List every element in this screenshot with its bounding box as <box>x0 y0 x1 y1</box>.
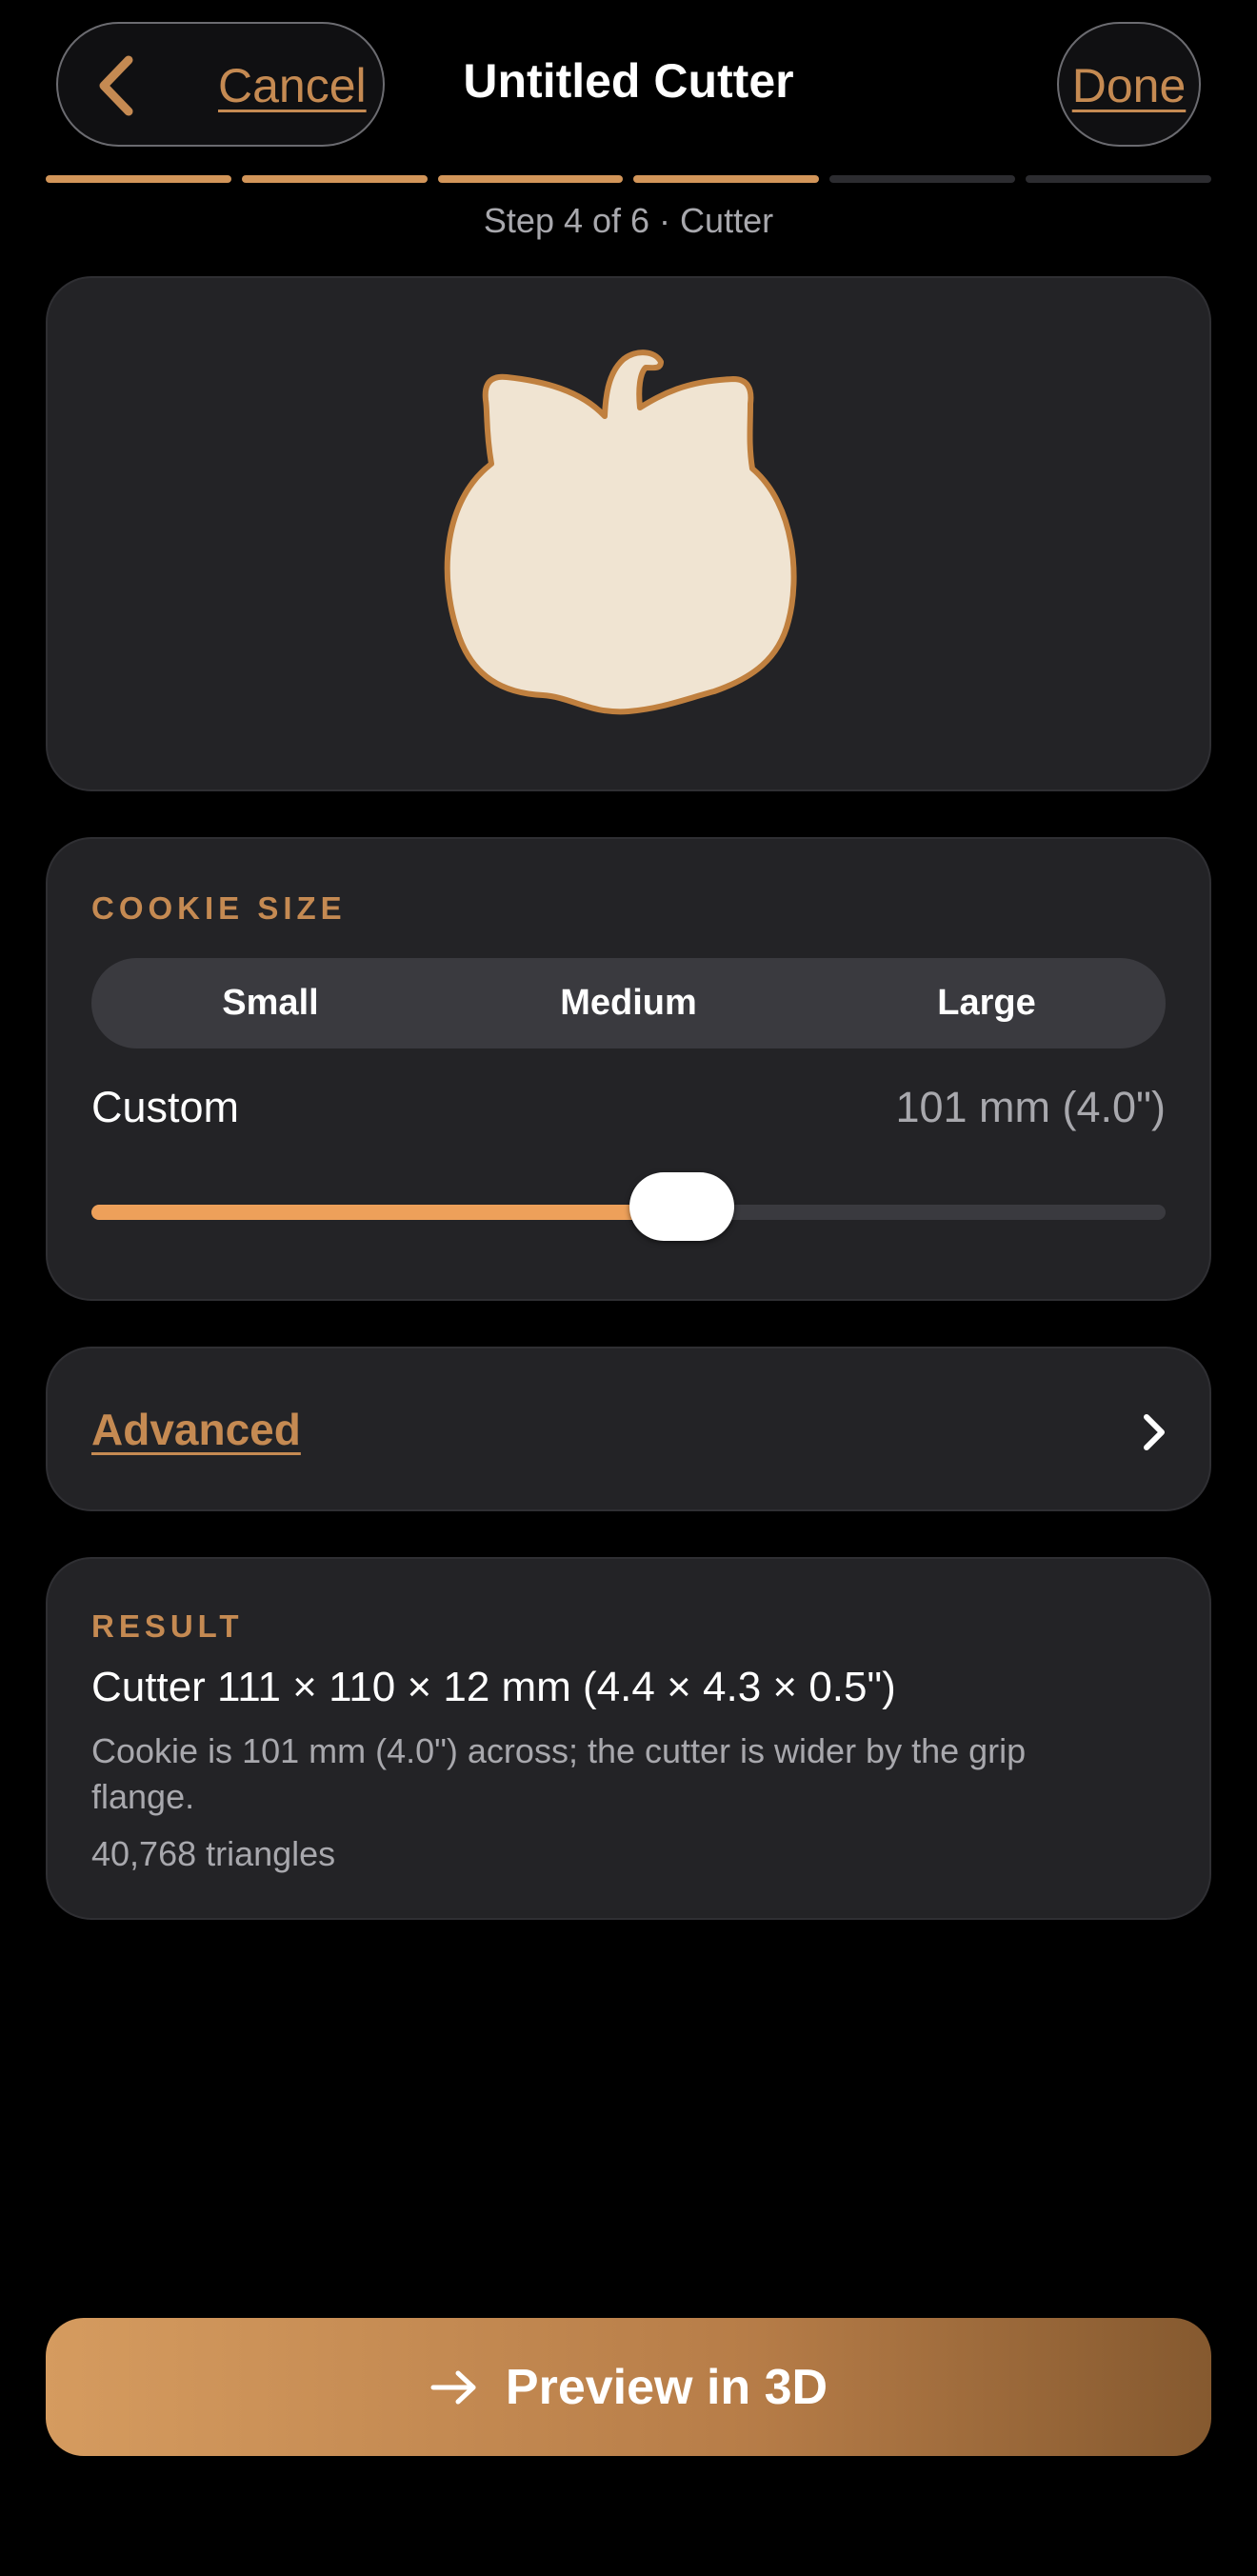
size-segmented-control: Small Medium Large <box>91 958 1166 1048</box>
done-button[interactable]: Done <box>1057 22 1201 147</box>
step-progress-bar <box>46 175 1211 183</box>
advanced-label: Advanced <box>91 1405 301 1454</box>
triangle-count: 40,768 triangles <box>91 1834 336 1873</box>
result-card: RESULT Cutter 111 × 110 × 12 mm (4.4 × 4… <box>46 1557 1211 1920</box>
result-heading: RESULT <box>91 1608 244 1644</box>
size-option-small[interactable]: Small <box>91 958 449 1048</box>
shape-preview-card <box>46 276 1211 791</box>
size-slider-fill <box>91 1205 683 1220</box>
progress-segment <box>829 175 1016 183</box>
size-slider-thumb[interactable] <box>629 1172 735 1241</box>
size-option-medium[interactable]: Medium <box>449 958 808 1048</box>
custom-size-value: 101 mm (4.0") <box>895 1083 1166 1131</box>
pumpkin-shape-preview <box>444 349 797 715</box>
cookie-size-heading: COOKIE SIZE <box>91 890 347 926</box>
progress-segment <box>1026 175 1211 183</box>
step-indicator: Step 4 of 6 · Cutter <box>483 201 774 240</box>
chevron-right-icon <box>1144 1414 1165 1450</box>
progress-segment <box>241 175 428 183</box>
preview-3d-button[interactable]: Preview in 3D <box>46 2318 1211 2456</box>
progress-segment <box>633 175 820 183</box>
preview-3d-label: Preview in 3D <box>505 2359 828 2415</box>
progress-segment <box>46 175 231 183</box>
size-slider[interactable] <box>91 1172 1166 1241</box>
result-note: Cookie is 101 mm (4.0") across; the cutt… <box>91 1731 1027 1816</box>
top-bar: Cancel Untitled Cutter Done <box>0 0 1257 171</box>
done-label: Done <box>1071 59 1187 112</box>
advanced-row[interactable]: Advanced <box>46 1347 1211 1511</box>
progress-segment <box>437 175 624 183</box>
cookie-size-card: COOKIE SIZE Small Medium Large Custom 10… <box>46 837 1211 1301</box>
size-option-large[interactable]: Large <box>808 958 1166 1048</box>
cutter-dimensions: Cutter 111 × 110 × 12 mm (4.4 × 4.3 × 0.… <box>91 1664 896 1710</box>
custom-size-label: Custom <box>91 1083 240 1131</box>
arrow-right-icon <box>430 2370 476 2404</box>
